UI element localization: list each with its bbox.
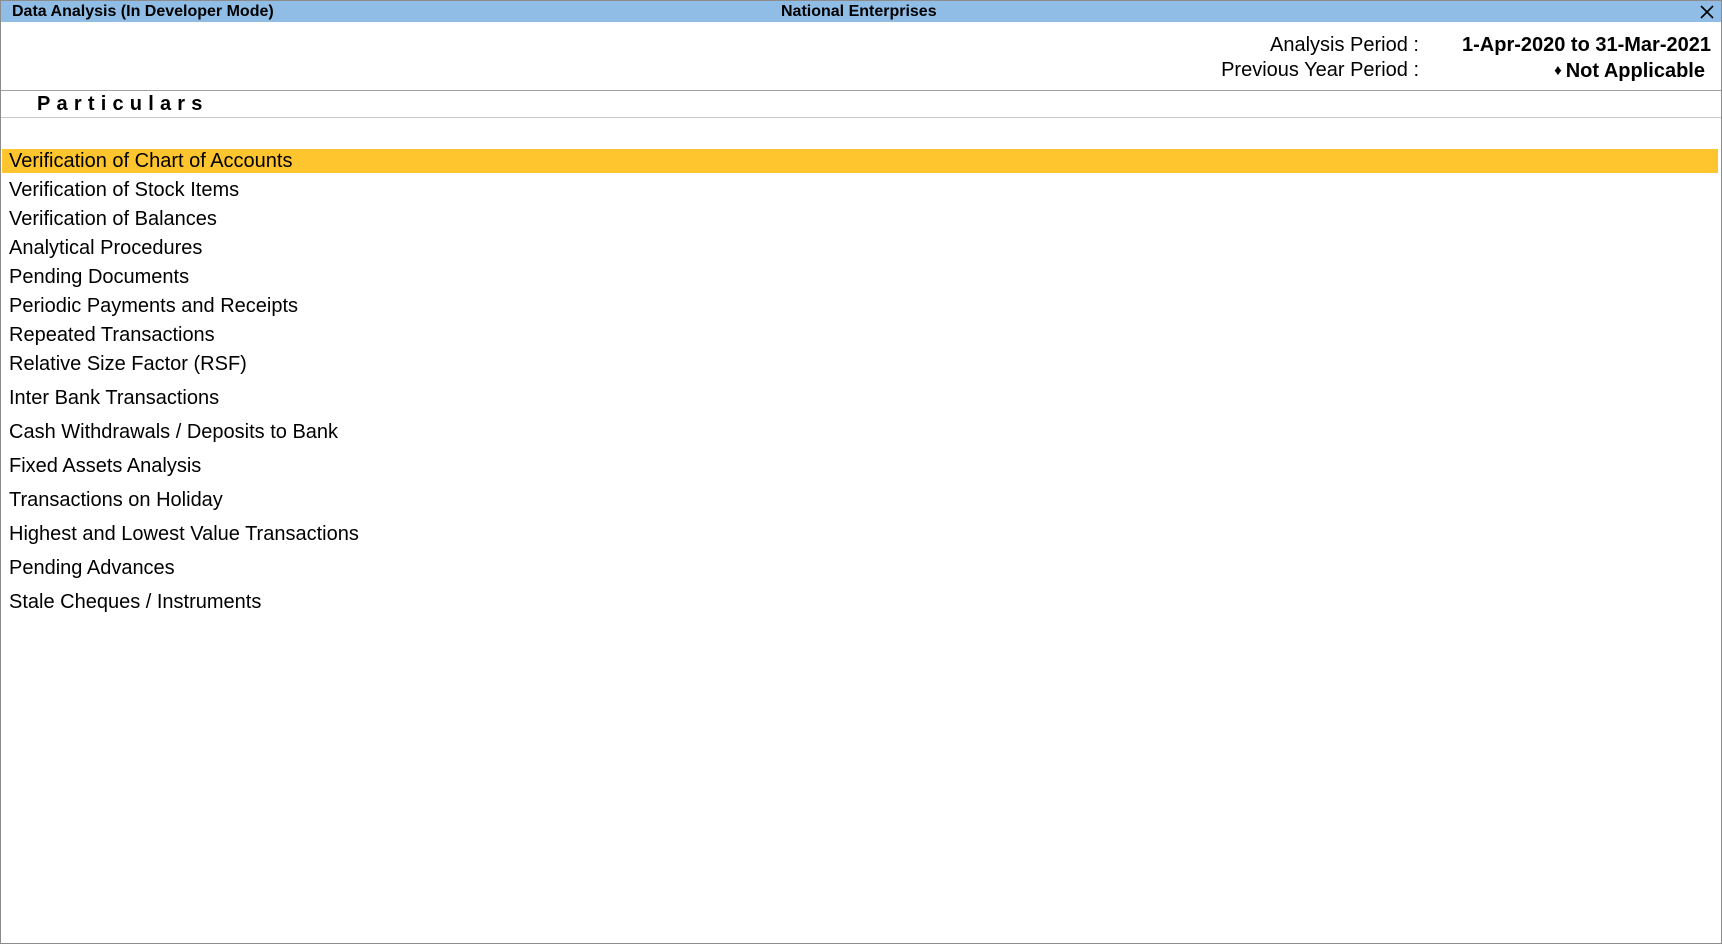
particulars-column-header: Particulars: [37, 93, 209, 115]
menu-item-label: Relative Size Factor (RSF): [9, 353, 247, 375]
menu-item-cash-withdrawals-deposits-to-bank[interactable]: Cash Withdrawals / Deposits to Bank: [2, 420, 1718, 444]
menu-item-analytical-procedures[interactable]: Analytical Procedures: [2, 236, 1718, 260]
window-title: Data Analysis (In Developer Mode): [12, 3, 274, 20]
menu-item-repeated-transactions[interactable]: Repeated Transactions: [2, 323, 1718, 347]
menu-item-verification-of-chart-of-accounts[interactable]: Verification of Chart of Accounts: [2, 149, 1718, 173]
period-labels: Analysis Period : Previous Year Period :: [1221, 33, 1419, 83]
period-values: 1-Apr-2020 to 31-Mar-2021 ♦ Not Applicabl…: [1462, 33, 1711, 84]
diamond-icon: ♦: [1554, 62, 1562, 79]
menu-item-label: Verification of Balances: [9, 208, 217, 230]
data-analysis-window: Data Analysis (In Developer Mode) Nation…: [0, 0, 1722, 944]
menu-item-label: Verification of Stock Items: [9, 179, 240, 201]
company-name: National Enterprises: [781, 3, 937, 20]
menu-item-fixed-assets-analysis[interactable]: Fixed Assets Analysis: [2, 454, 1718, 478]
menu-item-pending-advances[interactable]: Pending Advances: [2, 556, 1718, 580]
previous-year-period-row[interactable]: ♦ Not Applicable: [1462, 58, 1705, 84]
menu-item-highest-and-lowest-value-transactions[interactable]: Highest and Lowest Value Transactions: [2, 522, 1718, 546]
menu-item-verification-of-balances[interactable]: Verification of Balances: [2, 207, 1718, 231]
menu-item-label: Periodic Payments and Receipts: [9, 295, 299, 317]
menu-item-label: Transactions on Holiday: [9, 489, 223, 511]
header-divider-bottom: [1, 117, 1721, 118]
menu-item-stale-cheques-instruments[interactable]: Stale Cheques / Instruments: [2, 590, 1718, 614]
menu-item-label: Fixed Assets Analysis: [9, 455, 202, 477]
menu-item-label: Inter Bank Transactions: [9, 387, 220, 409]
analysis-period-label: Analysis Period :: [1270, 34, 1419, 56]
header-divider-top: [1, 90, 1721, 91]
title-bar: Data Analysis (In Developer Mode) Nation…: [1, 1, 1721, 22]
menu-item-inter-bank-transactions[interactable]: Inter Bank Transactions: [2, 386, 1718, 410]
previous-year-period-value: Not Applicable: [1565, 60, 1705, 82]
close-icon: [1700, 5, 1714, 19]
analysis-period-value[interactable]: 1-Apr-2020 to 31-Mar-2021: [1462, 33, 1711, 58]
close-button[interactable]: [1697, 1, 1717, 22]
menu-item-verification-of-stock-items[interactable]: Verification of Stock Items: [2, 178, 1718, 202]
menu-item-transactions-on-holiday[interactable]: Transactions on Holiday: [2, 488, 1718, 512]
menu-item-label: Verification of Chart of Accounts: [9, 150, 293, 172]
previous-year-period-label: Previous Year Period :: [1221, 59, 1419, 81]
menu-item-label: Analytical Procedures: [9, 237, 203, 259]
menu-item-label: Stale Cheques / Instruments: [9, 591, 262, 613]
menu-item-label: Pending Documents: [9, 266, 190, 288]
menu-item-label: Repeated Transactions: [9, 324, 215, 346]
menu-item-label: Cash Withdrawals / Deposits to Bank: [9, 421, 339, 443]
menu-item-relative-size-factor-rsf[interactable]: Relative Size Factor (RSF): [2, 352, 1718, 376]
menu-item-label: Pending Advances: [9, 557, 175, 579]
menu-item-label: Highest and Lowest Value Transactions: [9, 523, 359, 545]
menu-item-periodic-payments-and-receipts[interactable]: Periodic Payments and Receipts: [2, 294, 1718, 318]
menu-item-pending-documents[interactable]: Pending Documents: [2, 265, 1718, 289]
